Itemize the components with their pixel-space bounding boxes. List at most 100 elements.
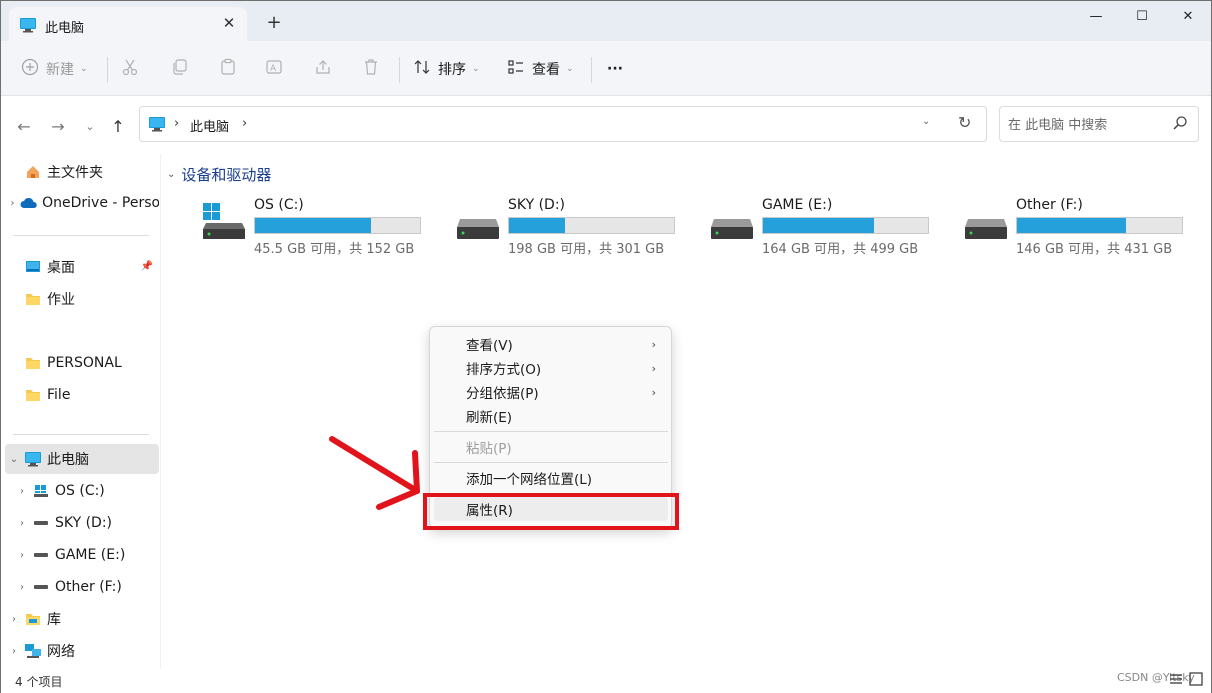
scissors-icon	[121, 58, 139, 80]
search-input[interactable]	[1008, 115, 1168, 135]
sidebar-item-network[interactable]: › 网络	[5, 636, 159, 666]
drive-name: SKY (D:)	[508, 197, 565, 213]
sidebar-item-label: GAME (E:)	[55, 547, 126, 563]
chevron-down-icon[interactable]: ⌄	[5, 454, 23, 465]
cut-button[interactable]	[121, 55, 139, 83]
menu-item-group-by[interactable]: 分组依据(P) ›	[434, 380, 668, 404]
sidebar-item-onedrive[interactable]: › OneDrive - Personal	[5, 188, 159, 218]
chevron-right-icon[interactable]: ›	[13, 582, 31, 593]
chevron-right-icon[interactable]: ›	[5, 646, 23, 657]
drive-usage-fill	[1017, 218, 1126, 233]
new-button-label: 新建	[46, 62, 74, 78]
chevron-down-icon: ⌄	[80, 64, 88, 74]
chevron-right-icon: ›	[651, 385, 656, 399]
drive-tile-c[interactable]: OS (C:) 45.5 GB 可用，共 152 GB	[202, 197, 434, 257]
sort-button[interactable]: 排序 ⌄	[413, 55, 480, 83]
menu-item-label: 分组依据(P)	[466, 386, 539, 402]
recent-locations-button[interactable]: ⌄	[79, 116, 101, 138]
search-icon[interactable]	[1172, 115, 1188, 135]
menu-item-add-network-location[interactable]: 添加一个网络位置(L)	[434, 466, 668, 490]
minimize-button[interactable]: —	[1073, 5, 1119, 29]
chevron-right-icon: ›	[651, 361, 656, 375]
tiles-view-button[interactable]	[1189, 672, 1203, 686]
chevron-right-icon[interactable]: ›	[13, 550, 31, 561]
sidebar-item-drive-e[interactable]: › GAME (E:)	[13, 540, 159, 570]
drive-tile-d[interactable]: SKY (D:) 198 GB 可用，共 301 GB	[456, 197, 688, 257]
drive-usage-bar	[508, 217, 675, 234]
delete-button[interactable]	[362, 55, 380, 83]
menu-item-refresh[interactable]: 刷新(E)	[434, 404, 668, 428]
chevron-right-icon[interactable]: ›	[5, 614, 23, 625]
menu-item-sort-by[interactable]: 排序方式(O) ›	[434, 356, 668, 380]
folder-icon	[23, 388, 43, 402]
sidebar-item-label: 此电脑	[47, 452, 89, 468]
arrow-left-icon: ←	[17, 117, 31, 136]
drive-name: OS (C:)	[254, 197, 304, 213]
drive-icon	[31, 551, 51, 559]
drive-usage-bar	[762, 217, 929, 234]
chevron-right-icon[interactable]: ›	[5, 198, 20, 209]
sidebar-item-this-pc[interactable]: ⌄ 此电脑	[5, 444, 159, 474]
share-button[interactable]	[314, 55, 332, 83]
menu-item-view[interactable]: 查看(V) ›	[434, 332, 668, 356]
chevron-right-icon[interactable]: ›	[242, 116, 247, 131]
chevron-right-icon[interactable]: ›	[13, 486, 31, 497]
search-box[interactable]	[999, 106, 1199, 142]
sidebar-item-drive-f[interactable]: › Other (F:)	[13, 572, 159, 602]
copy-button[interactable]	[171, 55, 189, 83]
refresh-icon[interactable]: ↻	[958, 113, 971, 132]
back-button[interactable]: ←	[13, 116, 35, 138]
drive-tile-e[interactable]: GAME (E:) 164 GB 可用，共 499 GB	[710, 197, 942, 257]
chevron-right-icon: ›	[651, 337, 656, 351]
sidebar-item-personal[interactable]: PERSONAL	[5, 348, 159, 378]
library-folder-icon	[23, 612, 43, 626]
sidebar-item-homework[interactable]: 作业	[5, 284, 159, 314]
address-bar[interactable]: › 此电脑 › ⌄ ↻	[139, 106, 987, 142]
view-button[interactable]: 查看 ⌄	[507, 55, 574, 83]
rename-button[interactable]: A	[265, 55, 283, 83]
drive-usage-bar	[1016, 217, 1183, 234]
sidebar-item-label: 网络	[47, 644, 75, 660]
breadcrumb-this-pc[interactable]: 此电脑	[190, 116, 229, 135]
chevron-right-icon[interactable]: ›	[174, 116, 179, 131]
drive-tile-f[interactable]: Other (F:) 146 GB 可用，共 431 GB	[964, 197, 1196, 257]
sidebar-item-desktop[interactable]: 桌面 📌	[5, 252, 159, 282]
sidebar-divider	[13, 235, 149, 236]
sort-icon	[413, 58, 431, 80]
menu-item-paste[interactable]: 粘贴(P)	[434, 435, 668, 459]
paste-button[interactable]	[219, 55, 237, 83]
drive-usage-bar	[254, 217, 421, 234]
pin-icon[interactable]: 📌	[141, 261, 153, 272]
navigation-pane: 主文件夹 › OneDrive - Personal 桌面 📌 作业	[1, 154, 161, 669]
sidebar-item-home[interactable]: 主文件夹	[5, 157, 159, 187]
drive-space-text: 198 GB 可用，共 301 GB	[508, 242, 665, 257]
drive-usage-fill	[509, 218, 566, 233]
new-tab-button[interactable]: +	[263, 13, 285, 35]
close-button[interactable]: ✕	[1165, 5, 1211, 29]
sidebar-item-file[interactable]: File	[5, 380, 159, 410]
trash-icon	[362, 58, 380, 80]
chevron-down-icon[interactable]: ⌄	[922, 116, 930, 127]
details-view-button[interactable]	[1169, 672, 1183, 686]
toolbar-divider	[399, 57, 400, 83]
windows-drive-icon	[202, 201, 246, 245]
drive-icon	[964, 201, 1008, 245]
section-header-devices[interactable]: ⌄ 设备和驱动器	[167, 164, 271, 185]
maximize-button[interactable]: ☐	[1119, 5, 1165, 29]
chevron-right-icon[interactable]: ›	[13, 518, 31, 529]
menu-divider	[434, 431, 668, 432]
command-bar: 新建 ⌄ A 排序 ⌄ 查看 ⌄ ···	[1, 41, 1211, 96]
sidebar-item-drive-d[interactable]: › SKY (D:)	[13, 508, 159, 538]
more-options-button[interactable]: ···	[607, 55, 623, 83]
new-button[interactable]: 新建 ⌄	[21, 55, 88, 83]
sidebar-item-libraries[interactable]: › 库	[5, 604, 159, 634]
forward-button[interactable]: →	[47, 116, 69, 138]
navigation-row: ← → ⌄ ↑ › 此电脑 › ⌄ ↻	[1, 96, 1211, 154]
sidebar-item-drive-c[interactable]: › OS (C:)	[13, 476, 159, 506]
menu-divider	[434, 462, 668, 463]
tab-this-pc[interactable]: 此电脑 ✕	[9, 7, 247, 41]
up-button[interactable]: ↑	[107, 116, 129, 138]
sidebar-item-label: File	[47, 387, 71, 403]
tab-close-button[interactable]: ✕	[219, 13, 239, 33]
menu-item-label: 排序方式(O)	[466, 362, 542, 378]
